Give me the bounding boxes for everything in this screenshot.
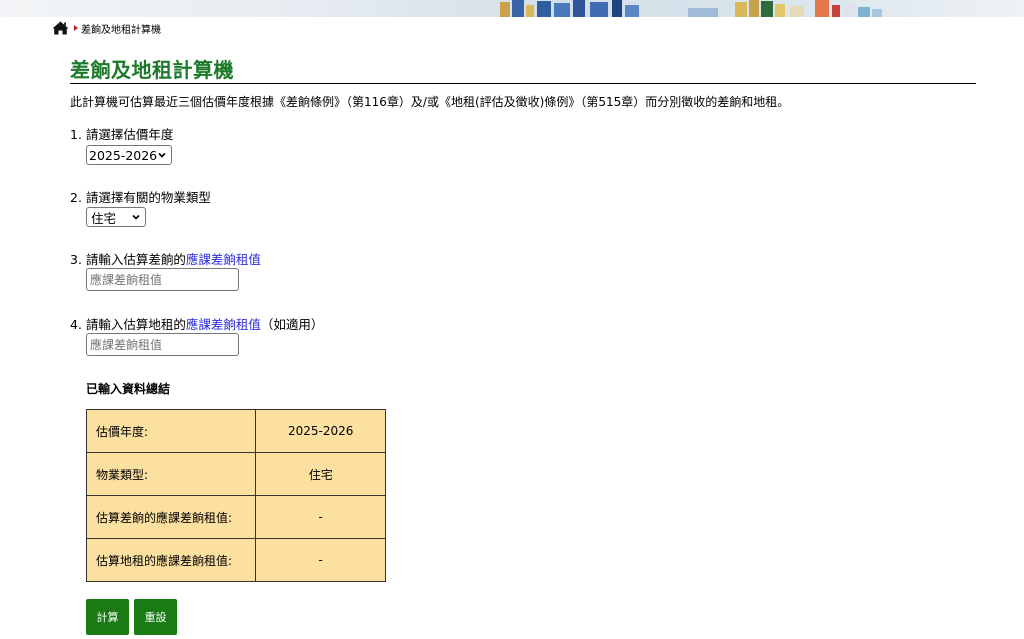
- breadcrumb-arrow-icon: [74, 25, 78, 31]
- banner-building: [500, 2, 510, 17]
- table-row: 估算差餉的應課差餉租值: -: [85, 495, 386, 539]
- rent-rv-label: 4. 請輸入估算地租的應課差餉租值（如適用）: [70, 314, 323, 333]
- year-select[interactable]: 2025-2026: [86, 145, 172, 165]
- banner-building: [858, 7, 870, 17]
- rent-rv-label-prefix: 4. 請輸入估算地租的: [70, 317, 186, 332]
- banner-building: [761, 1, 773, 17]
- year-label: 1. 請選擇估價年度: [70, 127, 174, 142]
- banner-building: [735, 2, 747, 17]
- rent-rv-link[interactable]: 應課差餉租值: [186, 317, 261, 332]
- banner-building: [537, 1, 551, 17]
- banner-building: [590, 2, 608, 17]
- summary-value: -: [255, 495, 386, 539]
- table-row: 估算地租的應課差餉租值: -: [85, 538, 386, 582]
- summary-key: 估價年度:: [85, 409, 257, 453]
- rates-rv-input[interactable]: [86, 268, 239, 291]
- reset-button[interactable]: 重設: [134, 599, 177, 635]
- summary-value: 住宅: [255, 452, 386, 496]
- summary-key: 估算差餉的應課差餉租值:: [85, 495, 257, 539]
- rent-rv-label-suffix: （如適用）: [260, 317, 324, 332]
- breadcrumb-current[interactable]: 差餉及地租計算機: [81, 21, 161, 36]
- home-icon[interactable]: [52, 21, 69, 35]
- banner-building: [872, 9, 882, 17]
- banner-building: [845, 3, 855, 17]
- breadcrumb: 差餉及地租計算機: [52, 19, 161, 37]
- summary-key: 估算地租的應課差餉租值:: [85, 538, 257, 582]
- table-row: 估價年度: 2025-2026: [85, 409, 386, 453]
- chevron-down-icon: [132, 214, 140, 220]
- banner-building: [749, 0, 759, 17]
- summary-value: 2025-2026: [255, 409, 386, 453]
- rates-rv-label: 3. 請輸入估算差餉的應課差餉租值: [70, 249, 261, 268]
- banner-building: [790, 6, 804, 17]
- banner-building: [554, 3, 570, 17]
- year-select-value: 2025-2026: [89, 147, 158, 163]
- property-type-select[interactable]: 住宅: [86, 207, 146, 227]
- property-type-select-value: 住宅: [91, 210, 117, 226]
- banner-building: [612, 0, 622, 17]
- banner-building: [512, 0, 524, 17]
- banner-building: [775, 4, 785, 17]
- property-type-label: 2. 請選擇有關的物業類型: [70, 190, 211, 205]
- table-row: 物業類型: 住宅: [85, 452, 386, 496]
- rent-rv-input[interactable]: [86, 333, 239, 356]
- banner-building: [815, 0, 829, 17]
- summary-key: 物業類型:: [85, 452, 257, 496]
- banner-building: [688, 8, 718, 17]
- calculate-button[interactable]: 計算: [86, 599, 129, 635]
- chevron-down-icon: [158, 152, 166, 158]
- banner-building: [526, 5, 534, 17]
- summary-value: -: [255, 538, 386, 582]
- banner-building: [573, 0, 585, 17]
- header-banner: [0, 0, 1024, 17]
- page-title: 差餉及地租計算機: [70, 58, 976, 84]
- rates-rv-link[interactable]: 應課差餉租值: [186, 252, 261, 267]
- page-description: 此計算機可估算最近三個估價年度根據《差餉條例》（第116章）及/或《地租(評估及…: [70, 95, 790, 109]
- banner-building: [625, 5, 639, 17]
- banner-building: [832, 5, 840, 17]
- rates-rv-label-prefix: 3. 請輸入估算差餉的: [70, 252, 186, 267]
- summary-table: 估價年度: 2025-2026 物業類型: 住宅 估算差餉的應課差餉租值: - …: [85, 409, 386, 582]
- summary-title: 已輸入資料總結: [86, 382, 171, 396]
